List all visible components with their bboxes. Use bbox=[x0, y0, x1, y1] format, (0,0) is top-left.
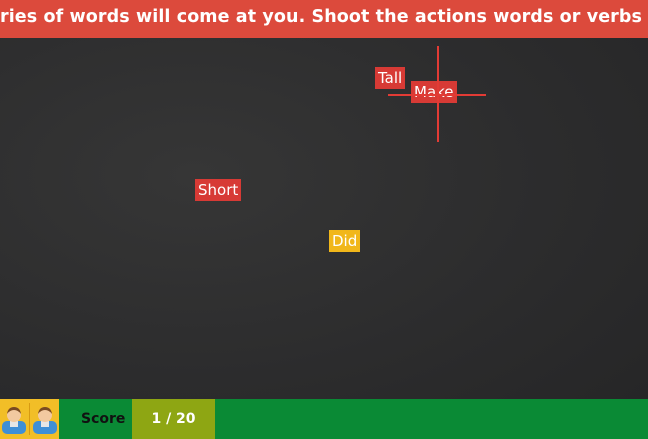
word-target-make[interactable]: Make bbox=[411, 81, 457, 103]
score-label: Score bbox=[81, 411, 126, 427]
players-divider bbox=[28, 403, 30, 435]
word-target-short[interactable]: Short bbox=[195, 179, 242, 201]
status-bar: Score 1 / 20 bbox=[0, 399, 648, 439]
player-one-icon[interactable] bbox=[1, 404, 26, 434]
score-value: 1 / 20 bbox=[132, 399, 215, 439]
word-target-tall[interactable]: Tall bbox=[375, 67, 406, 89]
instruction-banner: eries of words will come at you. Shoot t… bbox=[0, 0, 648, 38]
instruction-text: eries of words will come at you. Shoot t… bbox=[0, 7, 648, 27]
players-panel bbox=[0, 399, 59, 439]
word-target-did[interactable]: Did bbox=[329, 230, 361, 252]
player-two-icon[interactable] bbox=[33, 404, 58, 434]
game-stage[interactable]: eries of words will come at you. Shoot t… bbox=[0, 0, 648, 439]
